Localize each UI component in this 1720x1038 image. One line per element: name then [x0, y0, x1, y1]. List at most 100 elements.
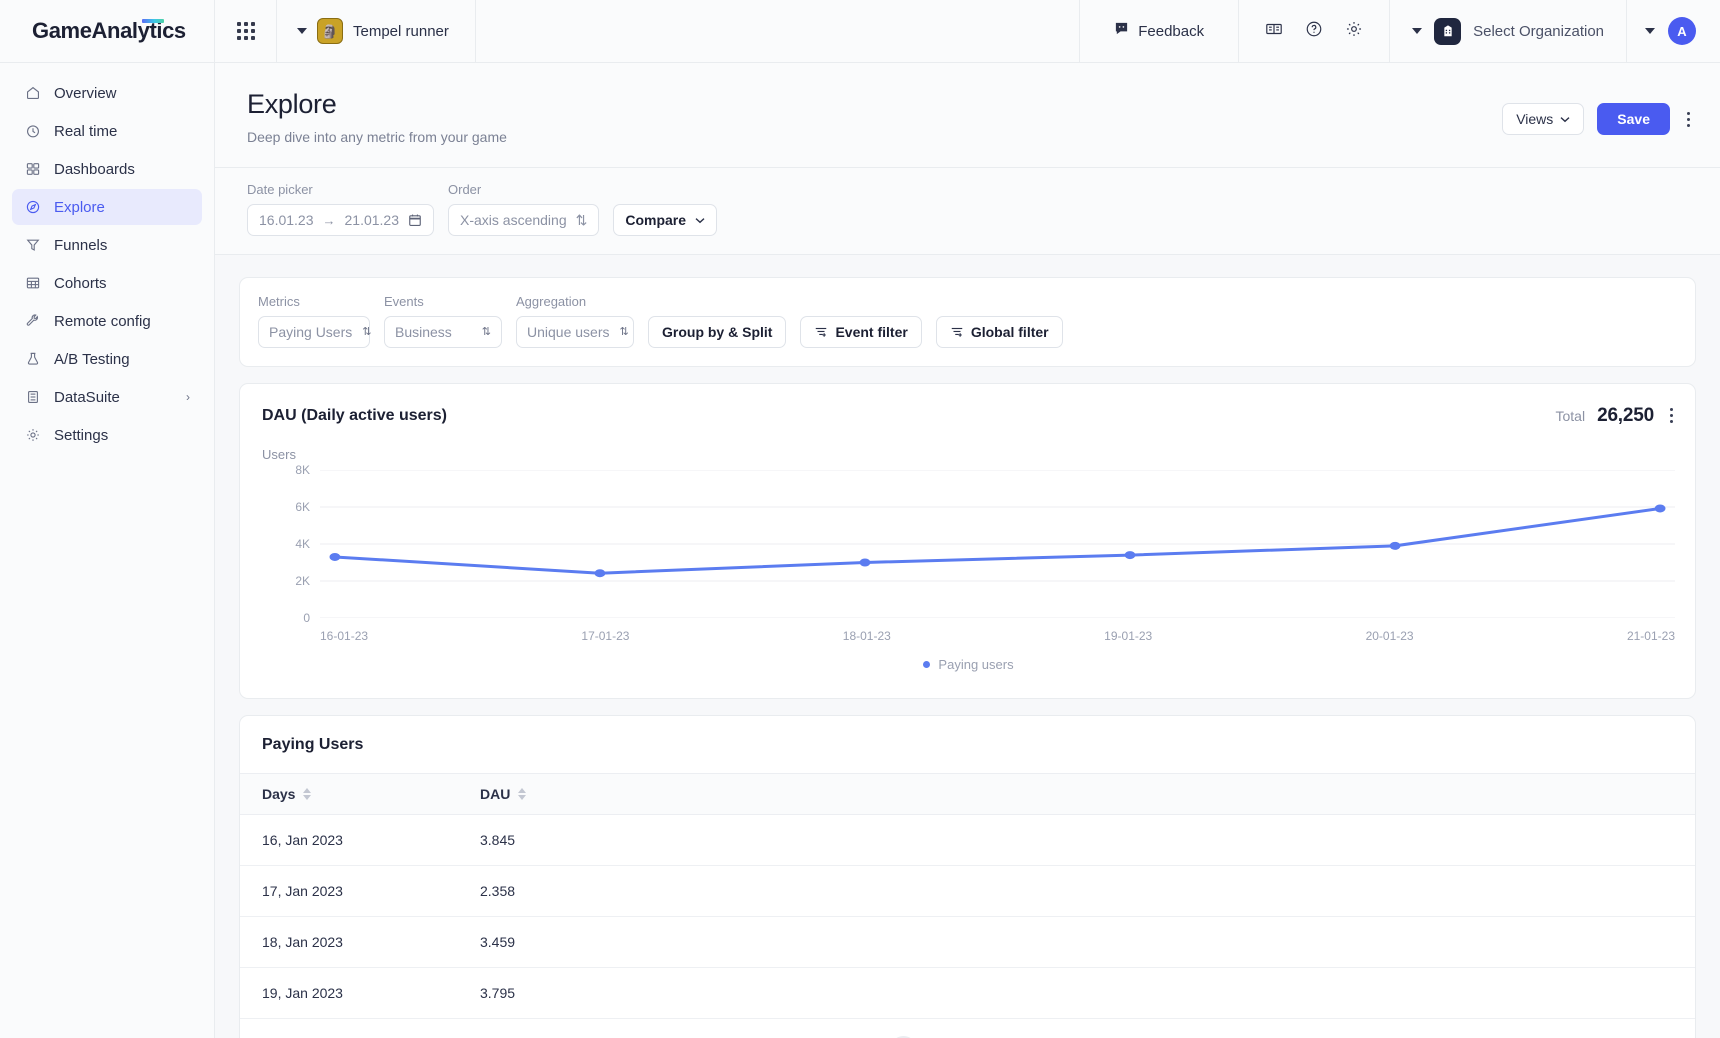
chevron-updown-icon: ⇅ [575, 211, 588, 228]
cell-day: 19, Jan 2023 [240, 967, 464, 1019]
metrics-group: Metrics Paying Users ⇅ [258, 294, 372, 348]
sidebar-item-label: A/B Testing [54, 350, 130, 368]
app-root: GameAnalytics 🗿 Tempel runner Feedback S… [0, 0, 1720, 1038]
cell-day: 16, Jan 2023 [240, 814, 464, 866]
sidebar-item-cohorts[interactable]: Cohorts [12, 265, 202, 301]
gear-icon[interactable] [1345, 20, 1363, 43]
views-button[interactable]: Views [1502, 103, 1585, 135]
table-row[interactable]: 19, Jan 2023 3.795 [240, 967, 1695, 1019]
aggregation-label: Aggregation [516, 294, 587, 309]
server-icon [24, 389, 41, 406]
game-selector[interactable]: 🗿 Tempel runner [277, 0, 476, 62]
column-header-days[interactable]: Days [240, 773, 464, 815]
feedback-button[interactable]: Feedback [1079, 0, 1238, 62]
sidebar-item-remote-config[interactable]: Remote config [12, 303, 202, 339]
date-picker-group: Date picker 16.01.23 → 21.01.23 [247, 182, 434, 236]
x-axis-tick: 20-01-23 [1365, 629, 1414, 643]
events-label: Events [384, 294, 424, 309]
gear-icon [24, 427, 41, 444]
sidebar-item-label: Dashboards [54, 160, 135, 178]
pagination: ‹ 1 2 3 4 5 › [240, 1019, 1695, 1038]
sidebar-item-label: Funnels [54, 236, 108, 254]
group-by-split-button[interactable]: Group by & Split [648, 316, 787, 348]
column-header-dau[interactable]: DAU [464, 773, 1695, 815]
avatar: A [1668, 17, 1696, 45]
organization-badge-icon [1434, 17, 1462, 45]
funnel-icon [24, 237, 41, 254]
global-filter-button[interactable]: Global filter [935, 316, 1063, 348]
page-subtitle: Deep dive into any metric from your game [247, 129, 507, 145]
cell-dau: 3.459 [464, 916, 1695, 968]
data-table-card: Paying Users Days DAU 16, Jan 2023 3.845… [239, 715, 1696, 1038]
organization-selector[interactable]: Select Organization [1389, 0, 1626, 62]
table-header-row: Days DAU [240, 773, 1695, 815]
events-select[interactable]: Business ⇅ [384, 316, 502, 348]
chart-body: Users 0 2K 4K 6K 8K 16-01-23 17-01-23 18-01-23… [240, 429, 1695, 698]
help-circle-icon[interactable] [1305, 20, 1323, 43]
order-label: Order [448, 182, 482, 197]
sidebar-item-settings[interactable]: Settings [12, 417, 202, 453]
y-axis-tick: 8K [295, 463, 310, 477]
table-head: Days DAU [240, 773, 1695, 815]
x-axis-tick: 17-01-23 [581, 629, 630, 643]
x-axis-tick: 18-01-23 [842, 629, 891, 643]
date-picker-input[interactable]: 16.01.23 → 21.01.23 [247, 204, 434, 236]
chevron-updown-icon: ⇅ [619, 325, 629, 338]
sidebar-item-overview[interactable]: Overview [12, 75, 202, 111]
sidebar-item-label: Explore [54, 198, 105, 216]
metrics-select[interactable]: Paying Users ⇅ [258, 316, 372, 348]
legend-label: Paying users [938, 657, 1014, 672]
save-button[interactable]: Save [1597, 103, 1670, 135]
event-filter-button[interactable]: Event filter [800, 316, 922, 348]
table-row[interactable]: 16, Jan 2023 3.845 [240, 814, 1695, 866]
cell-dau: 2.358 [464, 865, 1695, 917]
feedback-icon [1114, 21, 1129, 41]
sidebar-item-ab-testing[interactable]: A/B Testing [12, 341, 202, 377]
date-from-value: 16.01.23 [259, 212, 314, 228]
page-menu-button[interactable] [1683, 106, 1694, 133]
cell-day: 17, Jan 2023 [240, 865, 464, 917]
line-chart-markers [329, 504, 1666, 578]
page-header: Explore Deep dive into any metric from y… [215, 63, 1720, 168]
table-row[interactable]: 17, Jan 2023 2.358 [240, 865, 1695, 917]
sidebar-item-funnels[interactable]: Funnels [12, 227, 202, 263]
sort-icon[interactable] [303, 788, 312, 800]
chevron-right-icon: › [186, 390, 190, 404]
chart-card: DAU (Daily active users) Total 26,250 Us… [239, 383, 1696, 699]
apps-launcher-button[interactable] [215, 0, 277, 62]
aggregation-value: Unique users [527, 324, 610, 340]
order-select[interactable]: X-axis ascending ⇅ [448, 204, 600, 236]
sidebar-item-label: Real time [54, 122, 118, 140]
topbar-icon-group [1238, 0, 1389, 62]
sidebar-item-dashboards[interactable]: Dashboards [12, 151, 202, 187]
sidebar-item-label: Settings [54, 426, 109, 444]
compare-button[interactable]: Compare [613, 204, 718, 236]
sidebar-item-datasuite[interactable]: DataSuite › [12, 379, 202, 415]
chevron-down-icon [1412, 28, 1423, 34]
body: Overview Real time Dashboards Explore Fu… [0, 63, 1720, 1038]
page-actions: Views Save [1502, 89, 1694, 135]
sidebar-item-explore[interactable]: Explore [12, 189, 202, 225]
chart-menu-button[interactable] [1666, 402, 1677, 429]
cell-dau: 3.845 [464, 814, 1695, 866]
sidebar-item-real-time[interactable]: Real time [12, 113, 202, 149]
chevron-updown-icon: ⇅ [362, 325, 372, 338]
chevron-down-icon [695, 217, 705, 223]
group-by-split-label: Group by & Split [662, 324, 773, 340]
table-body: 16, Jan 2023 3.845 17, Jan 2023 2.358 18… [240, 814, 1695, 1019]
date-to-value: 21.01.23 [344, 212, 400, 228]
book-icon[interactable] [1265, 20, 1283, 43]
user-menu[interactable]: A [1626, 0, 1720, 62]
order-value: X-axis ascending [460, 212, 567, 228]
sort-icon[interactable] [518, 788, 527, 800]
chevron-down-icon [1560, 116, 1570, 122]
total-label: Total [1555, 407, 1586, 424]
y-axis: 0 2K 4K 6K 8K [262, 463, 320, 625]
table-row[interactable]: 18, Jan 2023 3.459 [240, 916, 1695, 968]
organization-label: Select Organization [1473, 22, 1604, 40]
query-builder-card: Metrics Paying Users ⇅ Events Business ⇅ [239, 277, 1696, 367]
brand-logo[interactable]: GameAnalytics [0, 0, 215, 62]
column-label: DAU [480, 786, 511, 802]
filter-icon [951, 327, 963, 337]
aggregation-select[interactable]: Unique users ⇅ [516, 316, 634, 348]
